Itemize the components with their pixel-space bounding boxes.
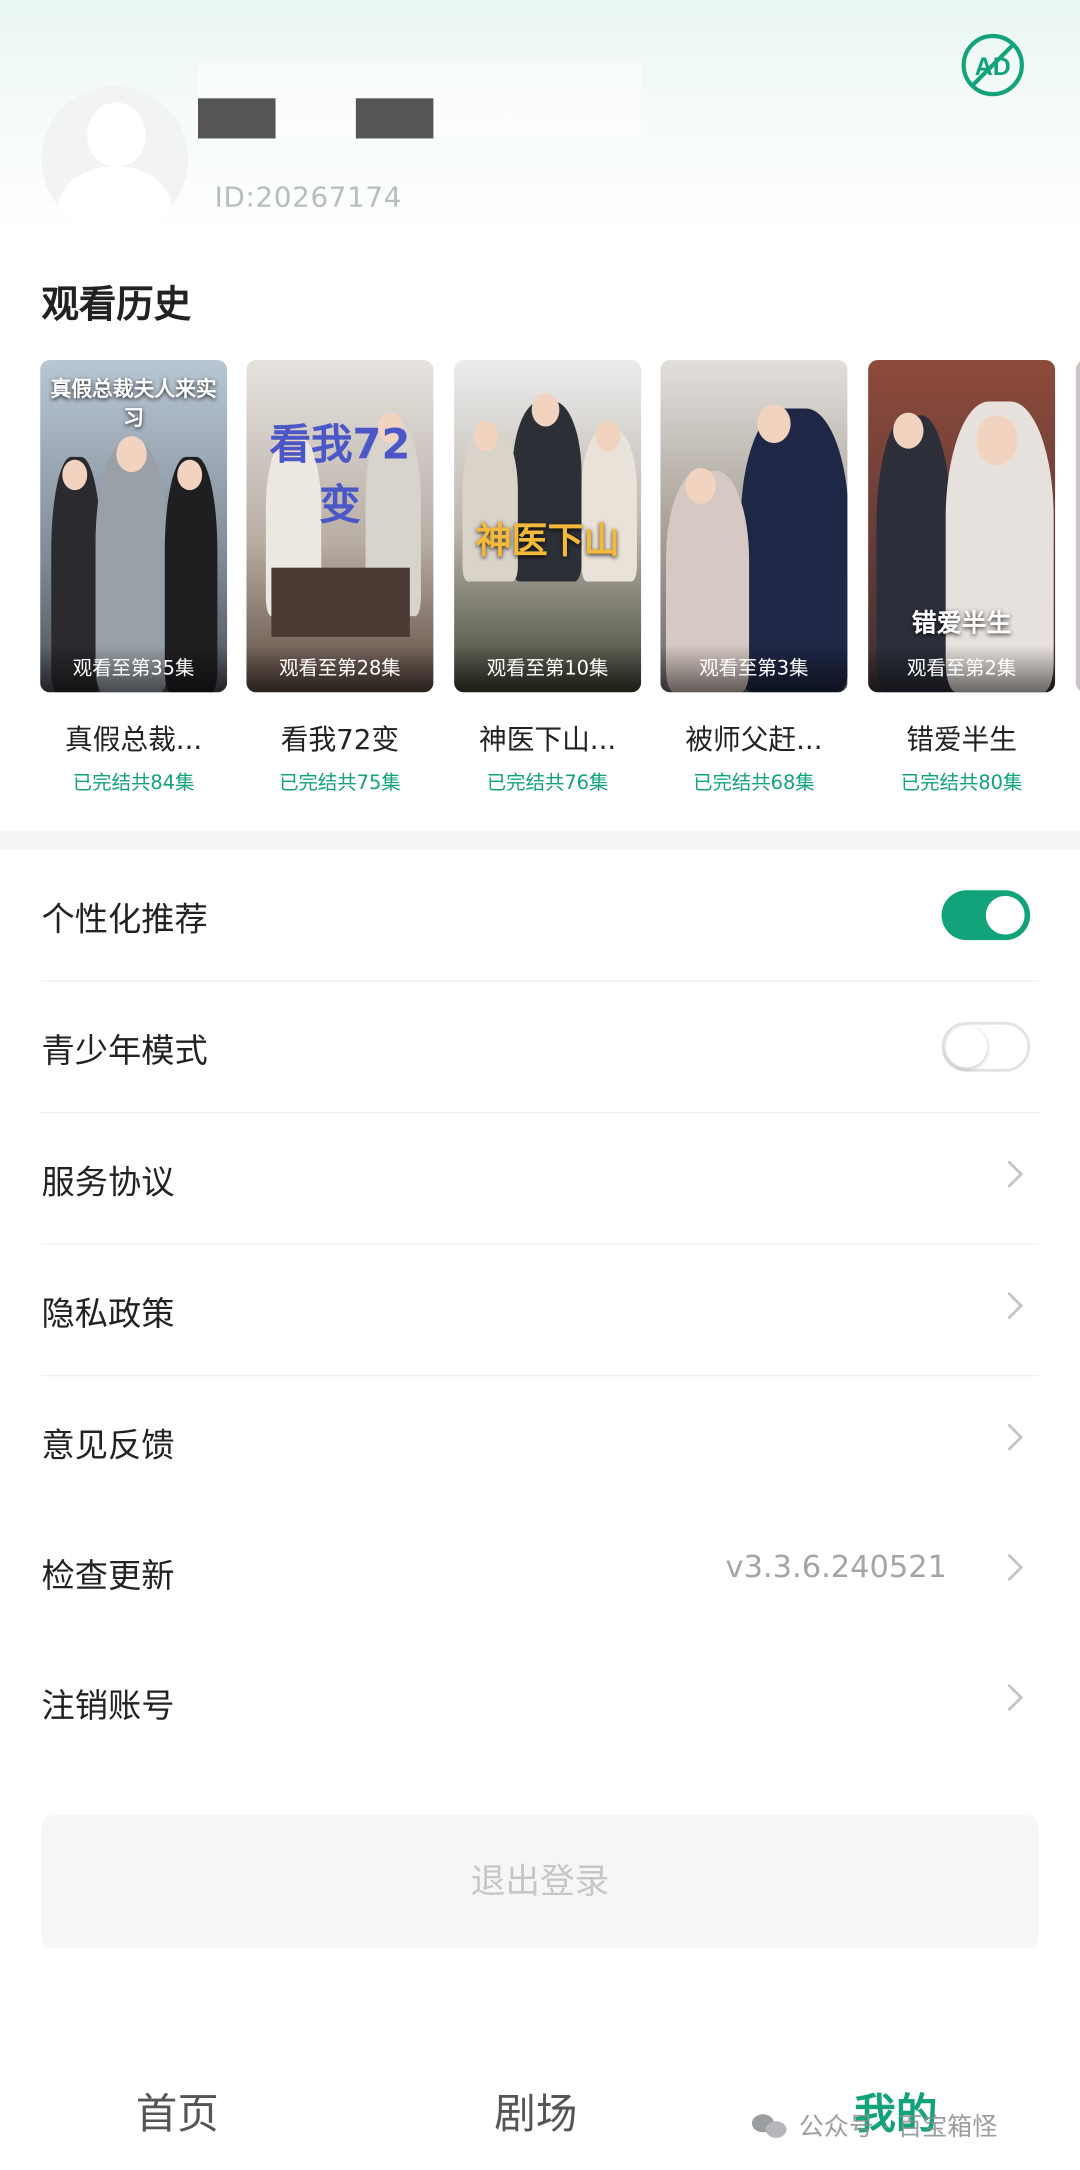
personalized-toggle[interactable] [941, 890, 1031, 941]
nav-home[interactable]: 首页 [136, 2080, 219, 2141]
profile-header: ID:20267174 AD [0, 0, 1080, 236]
drama-title: 神医下山... [479, 722, 617, 756]
app-version: v3.3.6.240521 [725, 1550, 948, 1586]
logout-button[interactable]: 退出登录 [41, 1815, 1039, 1949]
drama-poster[interactable] [1075, 359, 1080, 693]
setting-teen-mode[interactable]: 青少年模式 [41, 982, 1039, 1114]
nav-theater[interactable]: 剧场 [494, 2080, 577, 2141]
drama-title: 看我72变 [280, 722, 400, 756]
profile-page: ID:20267174 AD 观看历史 真假总裁夫人来实习 观看至第35集 真假… [0, 0, 1080, 2170]
chevron-right-icon [995, 1291, 1024, 1320]
drama-status: 已完结共75集 [279, 772, 401, 795]
history-card[interactable]: 观看至第3集 被师父赶... 已完结共68集 [660, 359, 848, 796]
drama-title: 错爱半生 [906, 722, 1017, 756]
drama-poster[interactable]: 神医下山 观看至第10集 [454, 359, 642, 693]
drama-poster[interactable]: 看我72变 观看至第28集 [246, 359, 434, 693]
drama-title: 被师父赶... [685, 722, 823, 756]
drama-poster[interactable]: 真假总裁夫人来实习 观看至第35集 [40, 359, 228, 693]
history-card[interactable]: 错爱半生 观看至第2集 错爱半生 已完结共80集 [868, 359, 1056, 796]
setting-personalized[interactable]: 个性化推荐 [41, 850, 1039, 982]
user-id: ID:20267174 [214, 179, 403, 214]
chevron-right-icon [995, 1683, 1024, 1712]
watermark: 公众号 · 百宝箱怪 [751, 2107, 997, 2143]
drama-title: 真假总裁... [65, 722, 203, 756]
setting-service-agreement[interactable]: 服务协议 [41, 1113, 1039, 1245]
drama-poster[interactable]: 错爱半生 观看至第2集 [868, 359, 1056, 693]
chevron-right-icon [995, 1160, 1024, 1188]
no-ads-icon[interactable]: AD [961, 33, 1025, 97]
history-card-partial[interactable] [1075, 359, 1080, 693]
chevron-right-icon [995, 1423, 1024, 1451]
avatar-head-shape [87, 102, 146, 167]
watch-history-title: 观看历史 [41, 283, 192, 327]
avatar-body-shape [58, 166, 172, 233]
history-card[interactable]: 神医下山 观看至第10集 神医下山... 已完结共76集 [454, 359, 642, 796]
drama-status: 已完结共68集 [693, 772, 815, 795]
drama-status: 已完结共84集 [72, 772, 195, 795]
setting-cancel-account[interactable]: 注销账号 [42, 1637, 1039, 1767]
setting-feedback[interactable]: 意见反馈 [42, 1376, 1039, 1506]
drama-status: 已完结共80集 [900, 772, 1023, 795]
history-card[interactable]: 真假总裁夫人来实习 观看至第35集 真假总裁... 已完结共84集 [40, 359, 228, 796]
settings-list: 个性化推荐 青少年模式 服务协议 隐私政策 意见反馈 检查更新 v3.3.6.2… [0, 850, 1080, 1767]
chevron-right-icon [995, 1553, 1024, 1582]
watch-history-list[interactable]: 真假总裁夫人来实习 观看至第35集 真假总裁... 已完结共84集 看我72变 … [40, 359, 1080, 817]
avatar[interactable] [41, 85, 189, 233]
setting-privacy-policy[interactable]: 隐私政策 [41, 1245, 1039, 1377]
section-divider [0, 830, 1080, 851]
history-card[interactable]: 看我72变 观看至第28集 看我72变 已完结共75集 [246, 359, 434, 796]
setting-check-update[interactable]: 检查更新 v3.3.6.240521 [42, 1506, 1039, 1636]
wechat-icon [751, 2112, 788, 2140]
drama-status: 已完结共76集 [486, 772, 609, 795]
teen-mode-toggle[interactable] [941, 1021, 1031, 1072]
drama-poster[interactable]: 观看至第3集 [660, 359, 848, 693]
